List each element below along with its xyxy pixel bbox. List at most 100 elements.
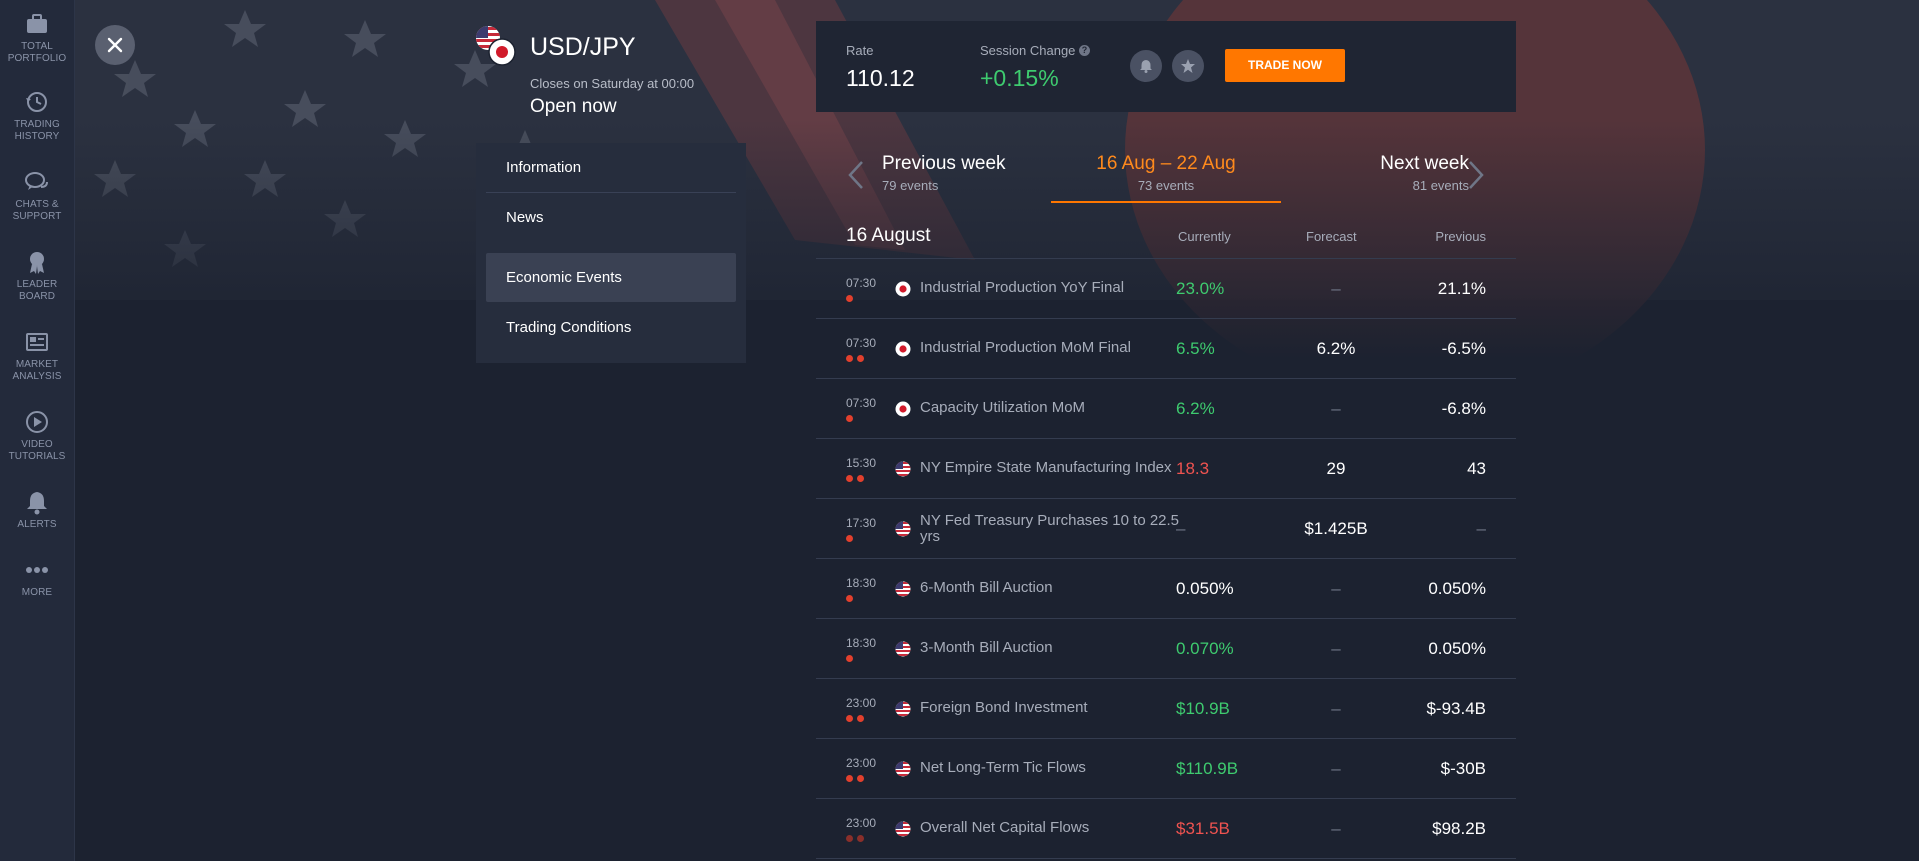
menu-item-economic-events[interactable]: Economic Events xyxy=(486,253,736,302)
jp-flag-icon xyxy=(895,281,911,297)
asset-closing-time: Closes on Saturday at 00:00 xyxy=(530,76,695,91)
event-time: 23:00 xyxy=(846,816,877,830)
favorite-button[interactable] xyxy=(1172,50,1204,82)
help-icon[interactable]: ? xyxy=(1079,45,1090,56)
menu-item-news[interactable]: News xyxy=(486,193,736,242)
table-row[interactable]: 15:30 NY Empire State Manufacturing Index… xyxy=(816,439,1516,499)
impact-dot xyxy=(846,535,853,542)
table-row[interactable]: 23:00 Foreign Bond Investment $10.9B – $-93.… xyxy=(816,679,1516,739)
next-week-count: 81 events xyxy=(1412,178,1469,193)
sidebar-item-video-tutorials[interactable]: VIDEO TUTORIALS xyxy=(0,408,74,463)
table-row[interactable]: 23:00 Net Long-Term Tic Flows $110.9B – $-30… xyxy=(816,739,1516,799)
event-name: Industrial Production YoY Final xyxy=(920,279,1125,296)
table-row[interactable]: 07:30 Industrial Production MoM Final 6.5%… xyxy=(816,319,1516,379)
more-dots-icon xyxy=(26,567,48,573)
menu-item-trading-conditions[interactable]: Trading Conditions xyxy=(486,303,736,352)
impact-indicator xyxy=(846,535,857,542)
event-forecast: – xyxy=(1331,399,1341,418)
event-currently: $31.5B xyxy=(1176,819,1230,838)
event-time: 23:00 xyxy=(846,756,877,770)
chevron-left-icon[interactable] xyxy=(846,159,866,191)
event-currently: 0.050% xyxy=(1176,579,1234,598)
impact-dot xyxy=(846,715,853,722)
column-previous: Previous xyxy=(1435,229,1486,244)
asset-status: Open now xyxy=(530,96,617,117)
event-forecast: – xyxy=(1331,819,1341,838)
rate-panel: Rate 110.12 Session Change ? +0.15% TRAD… xyxy=(816,21,1516,112)
table-row[interactable]: 07:30 Capacity Utilization MoM 6.2% – -6.8% xyxy=(816,379,1516,439)
events-day-title: 16 August xyxy=(846,225,931,246)
impact-dot xyxy=(846,835,853,842)
table-row[interactable]: 18:30 6-Month Bill Auction 0.050% – 0.050% xyxy=(816,559,1516,619)
event-forecast: – xyxy=(1331,759,1341,778)
alert-button[interactable] xyxy=(1130,50,1162,82)
sidebar-item-label: MARKET ANALYSIS xyxy=(12,359,62,382)
impact-indicator xyxy=(846,295,857,302)
sidebar-item-total-portfolio[interactable]: TOTAL PORTFOLIO xyxy=(0,10,74,65)
impact-dot xyxy=(846,655,853,662)
sidebar-item-alerts[interactable]: ALERTS xyxy=(0,488,74,531)
event-previous: 0.050% xyxy=(1428,579,1486,598)
sidebar: TOTAL PORTFOLIO TRADING HISTORY CHATS & … xyxy=(0,0,75,861)
next-week-link[interactable]: Next week xyxy=(1380,153,1469,175)
sidebar-item-leader-board[interactable]: LEADER BOARD xyxy=(0,248,74,303)
current-week-title[interactable]: 16 Aug – 22 Aug xyxy=(1051,153,1281,175)
table-row[interactable]: 17:30 NY Fed Treasury Purchases 10 to 22.… xyxy=(816,499,1516,559)
asset-name: USD/JPY xyxy=(530,33,636,61)
close-icon xyxy=(107,37,123,53)
play-icon xyxy=(26,411,48,433)
sidebar-item-label: LEADER BOARD xyxy=(16,279,58,302)
impact-indicator xyxy=(846,355,868,362)
event-previous: -6.8% xyxy=(1441,399,1486,418)
current-week-underline xyxy=(1051,201,1281,203)
jp-flag-icon xyxy=(895,401,911,417)
event-name: Net Long-Term Tic Flows xyxy=(920,759,1086,776)
impact-dot xyxy=(846,295,853,302)
newspaper-icon xyxy=(26,333,48,351)
sidebar-item-chats-support[interactable]: CHATS & SUPPORT xyxy=(0,168,74,223)
table-row[interactable]: 23:00 Overall Net Capital Flows $31.5B – $98… xyxy=(816,799,1516,859)
event-name: 3-Month Bill Auction xyxy=(920,639,1053,656)
event-name: Overall Net Capital Flows xyxy=(920,819,1090,836)
sidebar-item-market-analysis[interactable]: MARKET ANALYSIS xyxy=(0,328,74,383)
session-change-label: Session Change xyxy=(980,43,1076,58)
impact-dot xyxy=(846,415,853,422)
jp-flag-icon xyxy=(895,341,911,357)
event-previous: $98.2B xyxy=(1432,819,1486,838)
briefcase-icon xyxy=(27,14,47,33)
table-row[interactable]: 18:30 3-Month Bill Auction 0.070% – 0.050% xyxy=(816,619,1516,679)
column-forecast: Forecast xyxy=(1306,229,1357,244)
event-currently: 0.070% xyxy=(1176,639,1234,658)
event-currently: – xyxy=(1176,519,1186,538)
rate-label: Rate xyxy=(846,43,874,58)
us-flag-icon xyxy=(895,641,911,657)
asset-info-menu: Information News Economic Events Trading… xyxy=(476,143,746,363)
impact-dot xyxy=(857,475,864,482)
event-currently: 18.3 xyxy=(1176,459,1210,478)
event-name: NY Fed Treasury Purchases 10 to 22.5 yrs xyxy=(920,512,1180,545)
medal-icon xyxy=(30,252,44,274)
menu-item-label: Economic Events xyxy=(506,269,622,286)
table-row[interactable]: 07:30 Industrial Production YoY Final 23.0… xyxy=(816,259,1516,319)
event-forecast: – xyxy=(1331,639,1341,658)
event-previous: – xyxy=(1476,519,1486,538)
impact-indicator xyxy=(846,775,868,782)
menu-item-information[interactable]: Information xyxy=(486,143,736,193)
chevron-right-icon[interactable] xyxy=(1466,159,1486,191)
sidebar-item-trading-history[interactable]: TRADING HISTORY xyxy=(0,88,74,143)
current-week-count: 73 events xyxy=(1137,178,1195,193)
event-name: Industrial Production MoM Final xyxy=(920,339,1131,356)
us-flag-icon xyxy=(895,521,911,537)
economic-events-table: 16 August Currently Forecast Previous 07… xyxy=(816,218,1516,859)
impact-dot xyxy=(857,775,864,782)
event-time: 18:30 xyxy=(846,636,877,650)
sidebar-item-label: TOTAL PORTFOLIO xyxy=(7,41,67,64)
sidebar-item-label: ALERTS xyxy=(17,519,57,530)
close-button[interactable] xyxy=(95,25,135,65)
previous-week-link[interactable]: Previous week xyxy=(882,153,1006,175)
event-time: 07:30 xyxy=(846,276,877,290)
events-rows: 07:30 Industrial Production YoY Final 23.0… xyxy=(816,259,1516,859)
sidebar-item-more[interactable]: MORE xyxy=(0,556,74,599)
event-forecast: – xyxy=(1331,279,1341,298)
trade-now-button[interactable]: TRADE NOW xyxy=(1225,49,1345,82)
